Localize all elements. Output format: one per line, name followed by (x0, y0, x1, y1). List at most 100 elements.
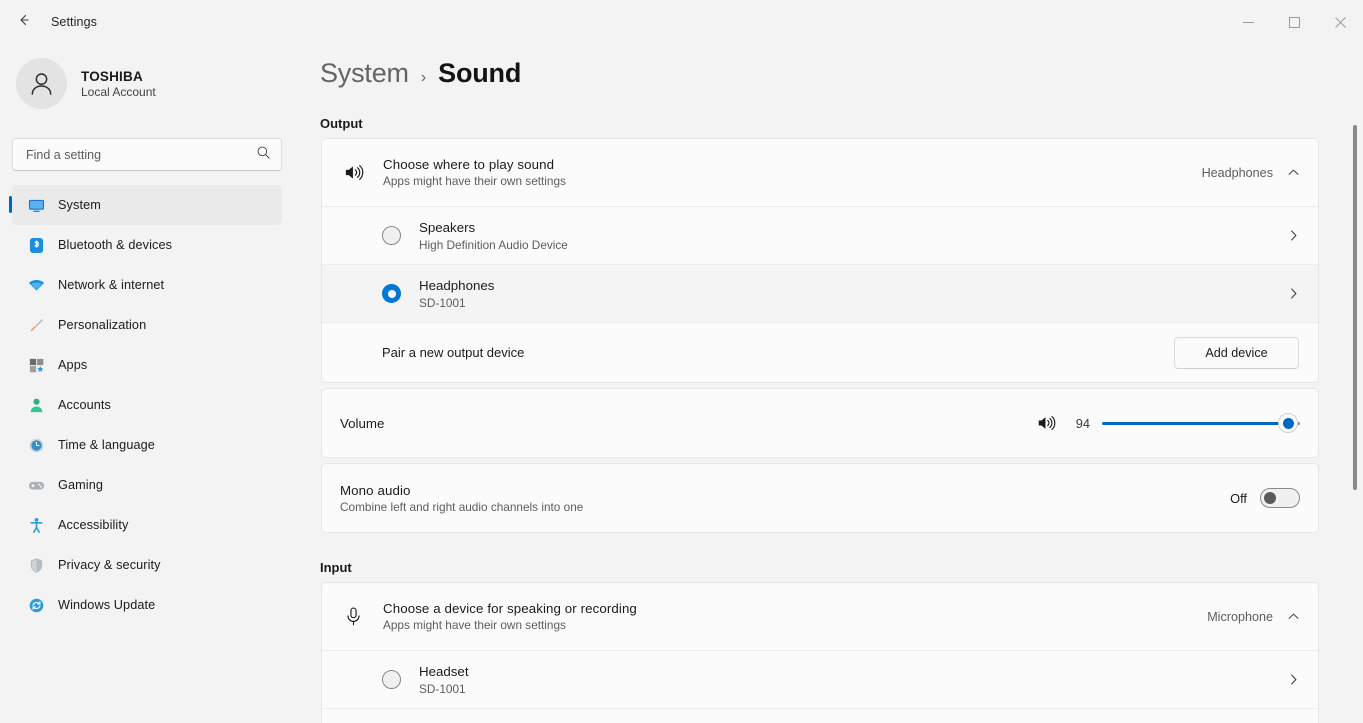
sidebar-item-accessibility[interactable]: Accessibility (12, 505, 282, 545)
choose-input-device-row[interactable]: Choose a device for speaking or recordin… (322, 583, 1318, 650)
back-button[interactable] (7, 7, 41, 37)
search-box[interactable] (12, 138, 282, 171)
toggle-knob (1264, 492, 1276, 504)
vertical-scrollbar[interactable] (1347, 44, 1361, 723)
output-device-card: Choose where to play sound Apps might ha… (321, 138, 1319, 383)
device-subtitle: SD-1001 (419, 682, 1287, 696)
sidebar-item-accounts[interactable]: Accounts (12, 385, 282, 425)
choose-output-device-row[interactable]: Choose where to play sound Apps might ha… (322, 139, 1318, 206)
sidebar-item-network-internet[interactable]: Network & internet (12, 265, 282, 305)
chevron-right-icon[interactable] (1287, 673, 1300, 686)
chevron-up-icon[interactable] (1287, 610, 1300, 623)
sidebar-item-system[interactable]: System (12, 185, 282, 225)
sidebar-item-label: Personalization (58, 318, 146, 332)
device-subtitle: High Definition Audio Device (419, 238, 1287, 252)
page-title: Sound (438, 58, 521, 89)
close-button[interactable] (1317, 0, 1363, 44)
chevron-right-icon[interactable] (1287, 287, 1300, 300)
slider-thumb[interactable] (1279, 414, 1297, 432)
mono-audio-toggle[interactable] (1260, 488, 1300, 508)
sidebar-item-apps[interactable]: Apps (12, 345, 282, 385)
sidebar-item-windows-update[interactable]: Windows Update (12, 585, 282, 625)
title-bar: Settings (0, 0, 1363, 44)
device-option-speakers[interactable]: Speakers High Definition Audio Device (322, 206, 1318, 264)
bluetooth-icon (27, 236, 45, 254)
speaker-icon[interactable] (1034, 413, 1058, 433)
sidebar-item-label: Accounts (58, 398, 111, 412)
device-option-headset[interactable]: Headset SD-1001 (322, 650, 1318, 708)
main-content: System › Sound Output Choose where to pl… (300, 44, 1363, 723)
mono-audio-row: Mono audio Combine left and right audio … (322, 464, 1318, 532)
sidebar-nav: System Bluetooth & devices (0, 185, 300, 625)
row-subtitle: Apps might have their own settings (383, 174, 1202, 188)
back-arrow-icon (16, 12, 32, 33)
update-icon (27, 596, 45, 614)
accessibility-icon (27, 516, 45, 534)
search-input[interactable] (26, 148, 256, 162)
sidebar-item-time-language[interactable]: Time & language (12, 425, 282, 465)
minimize-button[interactable] (1225, 0, 1271, 44)
maximize-button[interactable] (1271, 0, 1317, 44)
input-section-label: Input (320, 560, 1363, 575)
sidebar-item-label: Time & language (58, 438, 155, 452)
sidebar-item-label: System (58, 198, 101, 212)
device-subtitle: SD-1001 (419, 296, 1287, 310)
sidebar-item-label: Bluetooth & devices (58, 238, 172, 252)
input-device-value: Microphone (1207, 610, 1273, 624)
volume-row: Volume 94 (322, 389, 1318, 457)
mono-audio-card: Mono audio Combine left and right audio … (321, 463, 1319, 533)
pair-label: Pair a new output device (382, 345, 1174, 360)
sidebar-item-label: Privacy & security (58, 558, 161, 572)
account-subtitle: Local Account (81, 85, 156, 99)
add-device-button[interactable]: Add device (1174, 337, 1299, 369)
wifi-icon (27, 276, 45, 294)
device-option-partial[interactable] (322, 708, 1318, 723)
device-name: Headset (419, 664, 1287, 679)
chevron-up-icon[interactable] (1287, 166, 1300, 179)
scrollbar-thumb[interactable] (1353, 125, 1357, 490)
sidebar-item-label: Gaming (58, 478, 103, 492)
breadcrumb-parent[interactable]: System (320, 58, 409, 89)
sidebar-item-label: Windows Update (58, 598, 155, 612)
radio-button[interactable] (382, 226, 401, 245)
window-controls (1225, 0, 1363, 44)
slider-track-filled (1102, 422, 1288, 425)
account-block[interactable]: TOSHIBA Local Account (0, 44, 300, 109)
mono-audio-state: Off (1230, 491, 1247, 506)
sidebar-item-gaming[interactable]: Gaming (12, 465, 282, 505)
shield-icon (27, 556, 45, 574)
monitor-icon (27, 196, 45, 214)
account-name: TOSHIBA (81, 69, 156, 84)
radio-button-selected[interactable] (382, 284, 401, 303)
breadcrumb-separator-icon: › (421, 69, 426, 87)
sidebar-item-privacy-security[interactable]: Privacy & security (12, 545, 282, 585)
chevron-right-icon[interactable] (1287, 229, 1300, 242)
sidebar: TOSHIBA Local Account (0, 44, 300, 723)
microphone-icon (338, 606, 368, 627)
sidebar-item-personalization[interactable]: Personalization (12, 305, 282, 345)
row-subtitle: Combine left and right audio channels in… (340, 500, 1230, 514)
person-icon (26, 68, 57, 99)
app-title: Settings (51, 15, 97, 29)
volume-label: Volume (340, 416, 1034, 431)
row-subtitle: Apps might have their own settings (383, 618, 1207, 632)
clock-icon (27, 436, 45, 454)
row-title: Choose where to play sound (383, 157, 1202, 172)
sidebar-item-bluetooth-devices[interactable]: Bluetooth & devices (12, 225, 282, 265)
output-device-value: Headphones (1202, 166, 1273, 180)
volume-card: Volume 94 (321, 388, 1319, 458)
output-section-label: Output (320, 116, 1363, 131)
person-icon (27, 396, 45, 414)
device-name: Speakers (419, 220, 1287, 235)
sidebar-item-label: Apps (58, 358, 87, 372)
device-option-headphones[interactable]: Headphones SD-1001 (322, 264, 1318, 322)
row-title: Mono audio (340, 483, 1230, 498)
sidebar-item-label: Accessibility (58, 518, 128, 532)
volume-slider[interactable] (1102, 414, 1300, 432)
paintbrush-icon (27, 316, 45, 334)
radio-button[interactable] (382, 670, 401, 689)
input-device-card: Choose a device for speaking or recordin… (321, 582, 1319, 723)
speaker-icon (338, 162, 368, 183)
settings-window: Settings TOSHIBA (0, 0, 1363, 723)
volume-value: 94 (1070, 416, 1090, 431)
